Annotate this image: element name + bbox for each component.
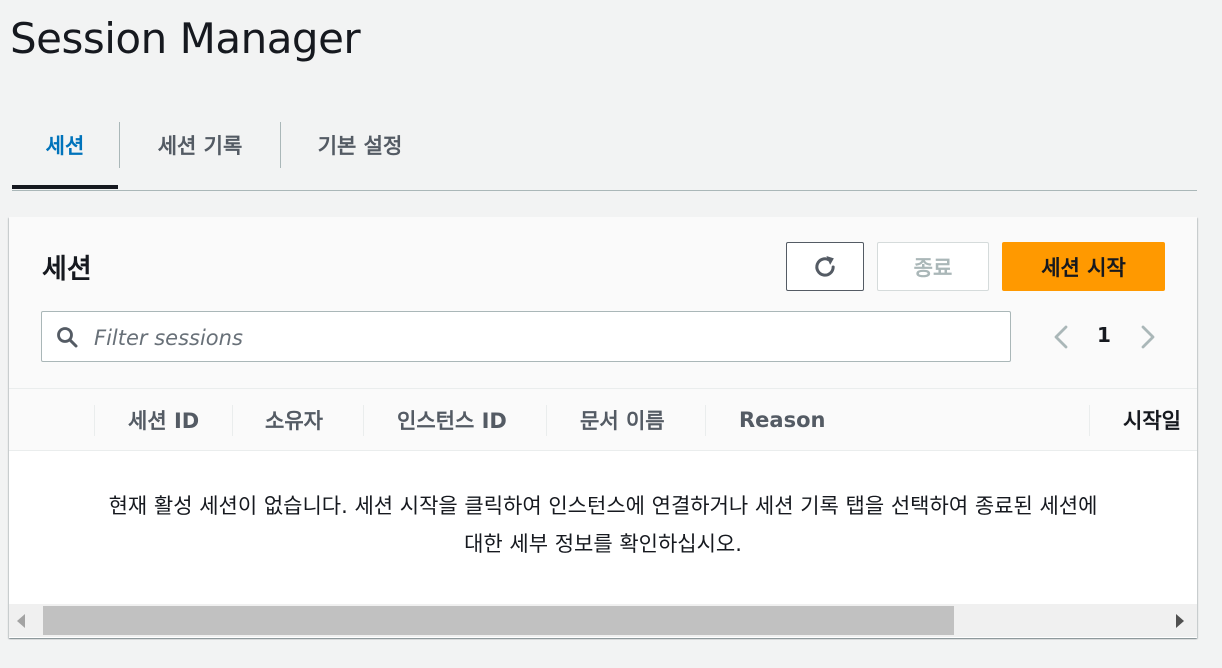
column-separator (232, 405, 233, 436)
scrollbar-thumb[interactable] (43, 606, 954, 635)
column-separator (705, 405, 706, 436)
column-header-reason[interactable]: Reason (739, 389, 825, 450)
panel-header: 세션 종료 세션 시작 1 (9, 217, 1197, 388)
terminate-button[interactable]: 종료 (877, 242, 989, 291)
chevron-left-icon[interactable] (1049, 323, 1073, 351)
column-separator (363, 405, 364, 436)
active-tab-indicator (12, 185, 118, 189)
tab-sessions[interactable]: 세션 (12, 110, 118, 180)
start-session-button[interactable]: 세션 시작 (1002, 242, 1165, 291)
column-separator (1089, 405, 1090, 436)
search-icon (57, 327, 78, 348)
scroll-left-arrow-icon[interactable] (17, 614, 25, 628)
page: Session Manager 세션 세션 기록 기본 설정 세션 종료 세션 … (0, 0, 1222, 668)
table-header: 세션 ID 소유자 인스턴스 ID 문서 이름 Reason 시작일 (9, 388, 1197, 451)
page-title: Session Manager (10, 14, 361, 63)
column-separator (546, 405, 547, 436)
scroll-right-arrow-icon[interactable] (1176, 614, 1184, 628)
horizontal-scrollbar[interactable] (9, 604, 1197, 637)
refresh-button[interactable] (786, 242, 864, 291)
empty-state-message: 현재 활성 세션이 없습니다. 세션 시작을 클릭하여 인스턴스에 연결하거나 … (29, 487, 1177, 563)
column-separator (94, 405, 95, 436)
chevron-right-icon[interactable] (1136, 323, 1160, 351)
refresh-icon (815, 255, 835, 277)
column-header-instance-id[interactable]: 인스턴스 ID (397, 389, 507, 450)
filter-sessions-input[interactable] (92, 312, 996, 363)
tab-session-history[interactable]: 세션 기록 (120, 110, 280, 180)
current-page-number[interactable]: 1 (1094, 323, 1114, 347)
tab-preferences[interactable]: 기본 설정 (281, 110, 439, 180)
search-box (41, 311, 1011, 363)
empty-state-line-2: 대한 세부 정보를 확인하십시오. (464, 532, 742, 556)
empty-state-line-1: 현재 활성 세션이 없습니다. 세션 시작을 클릭하여 인스턴스에 연결하거나 … (108, 494, 1098, 518)
sessions-panel: 세션 종료 세션 시작 1 (9, 217, 1197, 638)
column-header-owner[interactable]: 소유자 (265, 389, 323, 450)
column-header-start-date[interactable]: 시작일 (1123, 389, 1181, 450)
tab-bar: 세션 세션 기록 기본 설정 (12, 110, 1197, 191)
column-header-document-name[interactable]: 문서 이름 (580, 389, 665, 450)
panel-title: 세션 (42, 254, 92, 285)
column-header-session-id[interactable]: 세션 ID (128, 389, 199, 450)
